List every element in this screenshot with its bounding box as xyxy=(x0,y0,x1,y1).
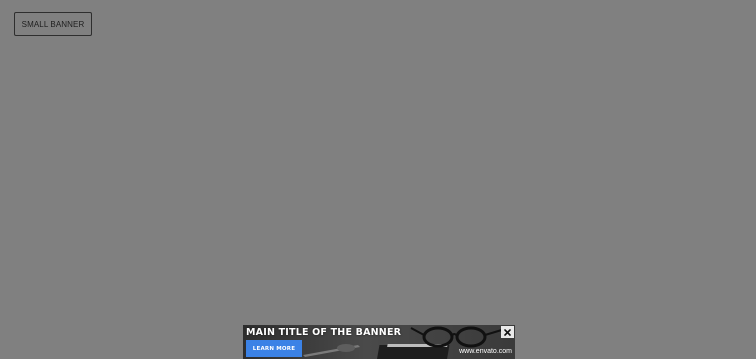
close-icon xyxy=(504,328,511,336)
banner-url: www.envato.com xyxy=(459,348,512,355)
ad-banner: MAIN TITLE OF THE BANNER LEARN MORE www.… xyxy=(243,325,515,359)
banner-title: MAIN TITLE OF THE BANNER xyxy=(246,327,402,338)
small-banner-button[interactable]: SMALL BANNER xyxy=(14,12,92,36)
banner-close-button[interactable] xyxy=(501,326,514,338)
page-background: SMALL BANNER MAIN TITLE OF THE BANNER LE… xyxy=(0,0,756,359)
learn-more-button[interactable]: LEARN MORE xyxy=(246,340,302,357)
